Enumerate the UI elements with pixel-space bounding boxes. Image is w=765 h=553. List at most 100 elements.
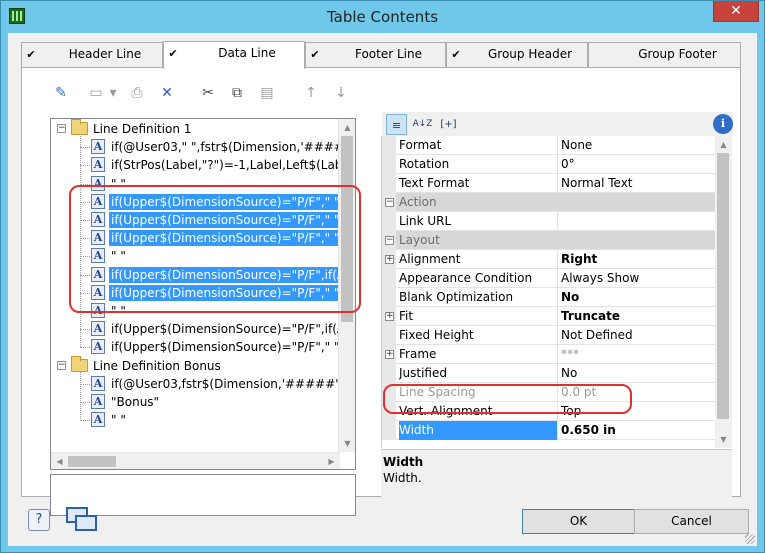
tree-field-node[interactable]: Aif(@User03," ",fstr$(Dimension,'#####')… [51, 138, 355, 156]
property-row-link-url[interactable]: Link URL [382, 212, 716, 231]
tree-field-node[interactable]: A " " [51, 411, 340, 429]
tree-connector [80, 420, 90, 421]
paste-icon[interactable]: ▤ [257, 83, 277, 103]
help-title: Width [383, 455, 424, 469]
tab-group-header[interactable]: ✔ Group Header [446, 42, 588, 67]
grid-vertical-scroll-thumb[interactable] [717, 153, 729, 419]
property-value[interactable]: Right [559, 250, 716, 269]
property-name: Link URL [399, 212, 558, 231]
resize-grip-icon[interactable] [745, 534, 755, 544]
property-value[interactable] [559, 212, 716, 231]
property-row-frame[interactable]: + Frame *** [382, 345, 716, 364]
property-row-format[interactable]: Format None [382, 136, 716, 155]
property-value[interactable]: No [559, 288, 716, 307]
tree-field-node[interactable]: A "Bonus" [51, 393, 340, 411]
property-row-text-format[interactable]: Text Format Normal Text [382, 174, 716, 193]
tab-group-footer[interactable]: Group Footer [588, 42, 741, 67]
property-row-fit[interactable]: + Fit Truncate [382, 307, 716, 326]
info-icon[interactable]: i [713, 114, 733, 134]
move-up-icon[interactable]: ↑ [301, 83, 321, 103]
property-name: Alignment [399, 250, 558, 269]
scroll-up-icon[interactable]: ▲ [339, 119, 355, 136]
property-value[interactable]: *** [559, 345, 716, 364]
collapse-icon[interactable]: − [385, 236, 394, 245]
delete-icon[interactable]: ✕ [157, 83, 177, 103]
property-row-width[interactable]: Width 0.650 in [382, 421, 716, 440]
collapse-icon[interactable]: − [385, 198, 394, 207]
property-name: Fixed Height [399, 326, 558, 345]
tab-data-line[interactable]: ✔ Data Line [163, 41, 305, 69]
help-button[interactable]: ? [28, 509, 50, 531]
tree-node-label: Line Definition 1 [93, 122, 192, 136]
tree-field-node[interactable]: Aif(Upper$(DimensionSource)="P/F",if(Act… [51, 320, 355, 338]
tab-footer-line[interactable]: ✔ Footer Line [305, 42, 446, 67]
tree-connector [80, 147, 90, 148]
property-value[interactable]: Not Defined [559, 326, 716, 345]
tree-node-label: if(StrPos(Label,"?")=-1,Label,Left$(Labe… [111, 158, 356, 172]
property-row-appearance-condition[interactable]: Appearance Condition Always Show [382, 269, 716, 288]
scroll-left-icon[interactable]: ◀ [51, 453, 68, 469]
scroll-down-icon[interactable]: ▼ [715, 431, 732, 448]
row-gutter [382, 421, 396, 440]
property-category[interactable]: − Layout [382, 231, 716, 250]
tab-header-line[interactable]: ✔ Header Line [21, 42, 163, 67]
expand-all-icon[interactable]: [+] [438, 114, 459, 135]
scroll-right-icon[interactable]: ▶ [323, 453, 340, 469]
expand-icon[interactable]: + [385, 255, 394, 264]
ok-button[interactable]: OK [522, 509, 635, 534]
scroll-up-icon[interactable]: ▲ [715, 136, 732, 153]
categorized-view-icon[interactable]: ≡ [386, 114, 407, 135]
tree-connector [80, 384, 90, 385]
property-value[interactable]: Normal Text [559, 174, 716, 193]
collapse-icon[interactable]: − [57, 124, 66, 133]
row-gutter [382, 364, 396, 383]
tab-label: Footer Line [354, 47, 422, 61]
copy-icon[interactable]: ⧉ [227, 83, 247, 103]
property-value[interactable]: No [559, 364, 716, 383]
windows-icon[interactable] [66, 507, 98, 533]
tree-node-label: Line Definition Bonus [93, 359, 221, 373]
tree-folder-node[interactable]: − Line Definition Bonus [51, 356, 340, 375]
dropdown-arrow-icon[interactable]: ▾ [103, 83, 123, 103]
checkmark-icon[interactable]: ✔ [25, 49, 37, 61]
property-row-rotation[interactable]: Rotation 0° [382, 155, 716, 174]
checkmark-icon[interactable]: ✔ [167, 48, 179, 60]
property-category[interactable]: − Action [382, 193, 716, 212]
move-down-icon[interactable]: ↓ [331, 83, 351, 103]
paste-special-icon[interactable]: ⎙ [127, 83, 147, 103]
expand-icon[interactable]: + [385, 312, 394, 321]
row-gutter [382, 212, 396, 231]
property-row-blank-optimization[interactable]: Blank Optimization No [382, 288, 716, 307]
tree-field-node[interactable]: Aif(StrPos(Label,"?")=-1,Label,Left$(Lab… [51, 156, 355, 174]
property-value[interactable]: 0° [559, 155, 716, 174]
expand-icon[interactable]: + [385, 350, 394, 359]
property-row-justified[interactable]: Justified No [382, 364, 716, 383]
property-row-alignment[interactable]: + Alignment Right [382, 250, 716, 269]
cancel-button[interactable]: Cancel [634, 509, 749, 534]
property-value[interactable]: None [559, 136, 716, 155]
tree-connector [80, 402, 90, 403]
close-button[interactable]: ✕ [713, 1, 759, 22]
property-value[interactable]: Truncate [559, 307, 716, 326]
scroll-down-icon[interactable]: ▼ [339, 435, 355, 452]
tree-folder-node[interactable]: − Line Definition 1 [51, 119, 340, 138]
row-gutter [382, 269, 396, 288]
grid-vertical-scrollbar[interactable]: ▲ ▼ [715, 136, 732, 448]
cut-icon[interactable]: ✂ [198, 83, 218, 103]
tree-field-node[interactable]: Aif(@User03,fstr$(Dimension,'#####')," "… [51, 375, 355, 393]
collapse-icon[interactable]: − [57, 361, 66, 370]
title-bar[interactable]: Table Contents ✕ [1, 1, 764, 33]
tree-field-node[interactable]: Aif(Upper$(DimensionSource)="P/F"," ",¤ … [51, 338, 355, 356]
wand-icon[interactable]: ✎ [51, 83, 71, 103]
checkmark-icon[interactable]: ✔ [450, 49, 462, 61]
property-value[interactable]: Always Show [559, 269, 716, 288]
tree-horizontal-scrollbar[interactable]: ◀ ▶ [51, 452, 340, 469]
dialog-client: ✔ Header Line ✔ Data Line ✔ Footer Line ✔ Group… [8, 33, 757, 546]
sort-alphabetical-icon[interactable]: A↓Z [412, 114, 433, 135]
selection-annotation-circle [69, 185, 361, 313]
checkmark-icon[interactable]: ✔ [309, 49, 321, 61]
tab-label: Group Footer [638, 47, 717, 61]
property-row-fixed-height[interactable]: Fixed Height Not Defined [382, 326, 716, 345]
property-value[interactable]: 0.650 in [559, 421, 716, 440]
tree-horizontal-scroll-thumb[interactable] [68, 456, 116, 467]
